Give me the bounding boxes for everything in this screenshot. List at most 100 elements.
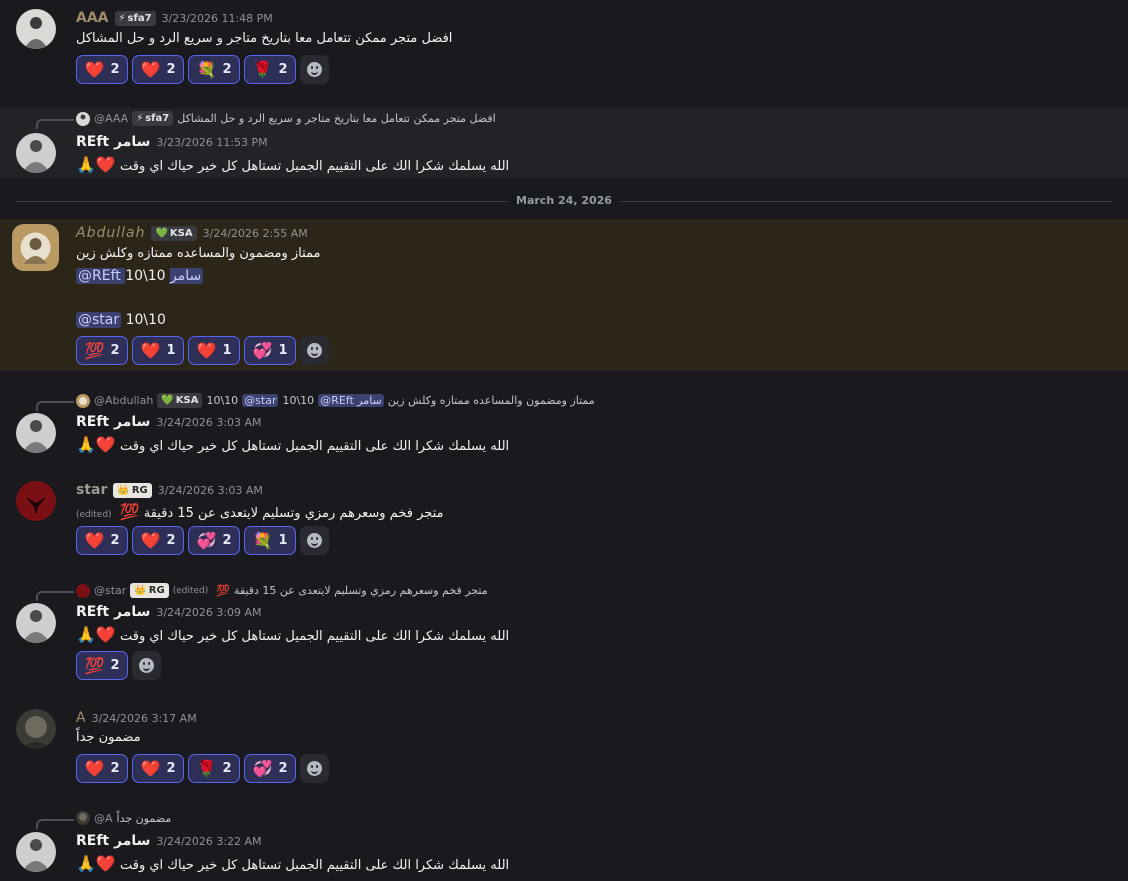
- reaction[interactable]: 💐 1: [244, 526, 296, 555]
- message-text: 🙏❤️ الله يسلمك شكرا الك على التقييم الجم…: [76, 435, 510, 454]
- reaction[interactable]: ❤️ 1: [132, 336, 184, 365]
- message-reft-reply: @AAA ⚡ sfa7 افضل متجر ممكن تتعامل معا بتا…: [0, 108, 1128, 178]
- username[interactable]: REft سامر: [76, 414, 150, 430]
- add-reaction-button[interactable]: [300, 754, 329, 783]
- message-header: AAA ⚡ sfa7 3/23/2026 11:48 PM: [76, 10, 273, 26]
- message-header: A 3/24/2026 3:17 AM: [76, 710, 197, 726]
- reactions: 💯 2 ❤️ 1 ❤️ 1 💞 1: [76, 336, 329, 365]
- reaction[interactable]: 💞 1: [244, 336, 296, 365]
- avatar: [76, 583, 90, 598]
- username[interactable]: Abdullah: [76, 225, 145, 241]
- reaction[interactable]: 💞 2: [244, 754, 296, 783]
- reaction[interactable]: ❤️ 2: [76, 526, 128, 555]
- reaction[interactable]: 🌹 2: [188, 754, 240, 783]
- date-divider-label: March 24, 2026: [508, 194, 620, 207]
- message-reft-reply: @star 👑 RG (edited) 💯 متجر فخم وسعرهم رمز…: [0, 580, 1128, 685]
- reactions: ❤️ 2 ❤️ 2 💞 2 💐 1: [76, 526, 329, 555]
- message-text: 🙏❤️ الله يسلمك شكرا الك على التقييم الجم…: [76, 854, 510, 873]
- message-text: ممتاز ومضمون والمساعده ممتازه وكلش زين: [76, 246, 321, 261]
- server-tag[interactable]: 💚 KSA: [151, 225, 197, 241]
- reaction[interactable]: ❤️ 2: [132, 55, 184, 84]
- avatar[interactable]: [16, 413, 56, 453]
- crown-icon: 👑: [117, 484, 130, 496]
- lightning-icon: ⚡: [118, 12, 126, 24]
- username[interactable]: A: [76, 710, 86, 726]
- message-reft-reply: @Abdullah 💚 KSA 10\10 @star 10\10 @REft س…: [0, 390, 1128, 460]
- message-a: A 3/24/2026 3:17 AM مضمون جداً ❤️ 2 ❤️ 2 🌹…: [0, 706, 1128, 796]
- timestamp: 3/24/2026 3:09 AM: [156, 605, 262, 619]
- message-text: (edited) 💯 متجر فخم وسعرهم رمزي وتسليم ل…: [76, 502, 444, 521]
- message-text: 🙏❤️ الله يسلمك شكرا الك على التقييم الجم…: [76, 155, 510, 174]
- reply-preview[interactable]: @star 👑 RG (edited) 💯 متجر فخم وسعرهم رمز…: [76, 583, 488, 598]
- server-tag: 💚 KSA: [157, 393, 203, 408]
- reply-preview[interactable]: @AAA ⚡ sfa7 افضل متجر ممكن تتعامل معا بتا…: [76, 111, 496, 126]
- avatar[interactable]: [12, 224, 59, 271]
- avatar[interactable]: [16, 9, 56, 49]
- smile-icon: [307, 62, 322, 77]
- server-tag[interactable]: ⚡ sfa7: [114, 10, 156, 26]
- timestamp: 3/24/2026 3:17 AM: [91, 711, 197, 725]
- message-reft-reply: @A مضمون جداً REft سامر 3/24/2026 3:22 A…: [0, 808, 1128, 881]
- mention[interactable]: @star: [76, 312, 122, 328]
- avatar[interactable]: [16, 481, 56, 521]
- add-reaction-button[interactable]: [132, 651, 161, 680]
- message-header: REft سامر 3/24/2026 3:09 AM: [76, 604, 262, 620]
- reaction[interactable]: 🌹 2: [244, 55, 296, 84]
- reply-connector: [36, 591, 74, 601]
- username[interactable]: REft سامر: [76, 604, 150, 620]
- reply-connector: [36, 401, 74, 411]
- server-tag: 👑 RG: [130, 583, 169, 598]
- reply-connector: [36, 119, 74, 129]
- avatar: [76, 811, 90, 825]
- server-tag[interactable]: 👑 RG: [113, 482, 152, 498]
- reaction[interactable]: ❤️ 2: [132, 526, 184, 555]
- message-header: REft سامر 3/23/2026 11:53 PM: [76, 134, 268, 150]
- avatar: [76, 393, 90, 408]
- message-line: @star 10\10: [76, 312, 166, 328]
- smile-icon: [307, 533, 322, 548]
- timestamp: 3/23/2026 11:53 PM: [156, 135, 268, 149]
- green-heart-icon: 💚: [161, 395, 174, 406]
- username[interactable]: REft سامر: [76, 833, 150, 849]
- avatar[interactable]: [16, 133, 56, 173]
- message-header: REft سامر 3/24/2026 3:22 AM: [76, 833, 262, 849]
- smile-icon: [307, 343, 322, 358]
- reaction[interactable]: ❤️ 2: [76, 55, 128, 84]
- username[interactable]: REft سامر: [76, 134, 150, 150]
- avatar[interactable]: [16, 603, 56, 643]
- reactions: ❤️ 2 ❤️ 2 💐 2 🌹 2: [76, 55, 329, 84]
- date-divider: March 24, 2026: [0, 193, 1128, 211]
- add-reaction-button[interactable]: [300, 55, 329, 84]
- server-tag: ⚡ sfa7: [132, 111, 174, 126]
- avatar: [76, 111, 90, 126]
- timestamp: 3/24/2026 3:03 AM: [157, 483, 263, 497]
- reaction[interactable]: 💞 2: [188, 526, 240, 555]
- message-text: مضمون جداً: [76, 730, 141, 745]
- reaction[interactable]: ❤️ 1: [188, 336, 240, 365]
- smile-icon: [307, 761, 322, 776]
- add-reaction-button[interactable]: [300, 526, 329, 555]
- green-heart-icon: 💚: [155, 227, 168, 239]
- avatar[interactable]: [16, 832, 56, 872]
- message-aaa: AAA ⚡ sfa7 3/23/2026 11:48 PM افضل متجر م…: [0, 0, 1128, 100]
- timestamp: 3/24/2026 3:03 AM: [156, 415, 262, 429]
- reactions: ❤️ 2 ❤️ 2 🌹 2 💞 2: [76, 754, 329, 783]
- reactions: 💯 2: [76, 651, 161, 680]
- username[interactable]: star: [76, 482, 107, 498]
- reaction[interactable]: ❤️ 2: [132, 754, 184, 783]
- timestamp: 3/23/2026 11:48 PM: [161, 11, 273, 25]
- username[interactable]: AAA: [76, 10, 109, 26]
- message-header: Abdullah 💚 KSA 3/24/2026 2:55 AM: [76, 225, 308, 241]
- message-header: star 👑 RG 3/24/2026 3:03 AM: [76, 482, 263, 498]
- reply-preview[interactable]: @Abdullah 💚 KSA 10\10 @star 10\10 @REft س…: [76, 393, 595, 408]
- message-abdullah: Abdullah 💚 KSA 3/24/2026 2:55 AM ممتاز وم…: [0, 219, 1128, 371]
- add-reaction-button[interactable]: [300, 336, 329, 365]
- avatar[interactable]: [16, 709, 56, 749]
- reaction[interactable]: 💐 2: [188, 55, 240, 84]
- reaction[interactable]: 💯 2: [76, 651, 128, 680]
- reaction[interactable]: 💯 2: [76, 336, 128, 365]
- message-header: REft سامر 3/24/2026 3:03 AM: [76, 414, 262, 430]
- crown-icon: 👑: [134, 585, 147, 596]
- reaction[interactable]: ❤️ 2: [76, 754, 128, 783]
- reply-preview[interactable]: @A مضمون جداً: [76, 811, 171, 825]
